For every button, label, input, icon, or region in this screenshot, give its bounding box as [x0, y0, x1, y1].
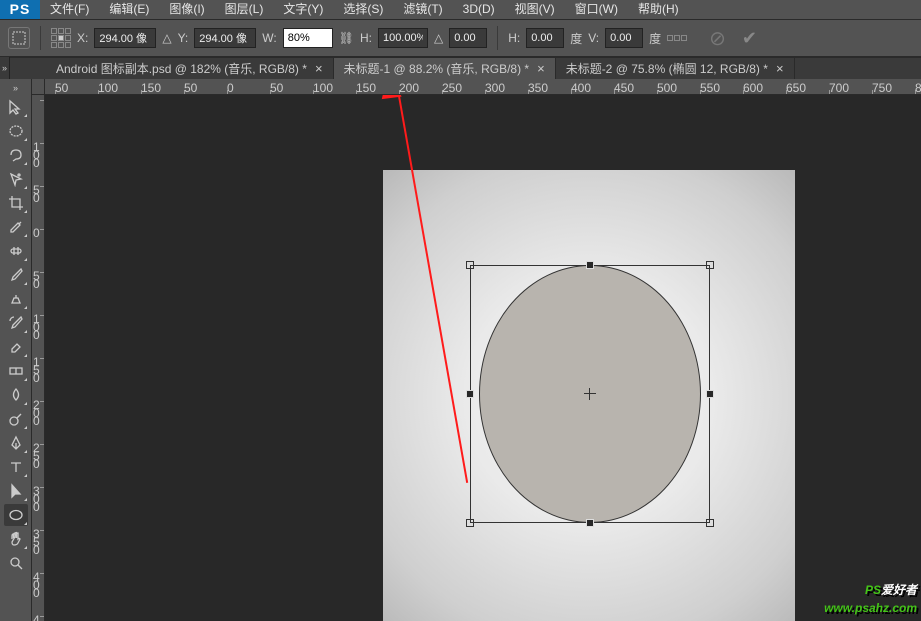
gradient-tool-icon[interactable] [4, 360, 28, 382]
skew-v-input[interactable] [605, 28, 643, 48]
transform-handle-nw[interactable] [466, 261, 474, 269]
quick-select-tool-icon[interactable] [4, 168, 28, 190]
transform-handle-ne[interactable] [706, 261, 714, 269]
transform-handle-s[interactable] [586, 519, 594, 527]
x-input[interactable] [94, 28, 156, 48]
transform-reference-point-icon[interactable] [584, 388, 596, 400]
transform-handle-se[interactable] [706, 519, 714, 527]
h-input[interactable] [378, 28, 428, 48]
angle-icon: △ [434, 31, 443, 45]
deg-label: 度 [570, 30, 582, 47]
menu-edit[interactable]: 编辑(E) [99, 0, 159, 19]
app-logo: PS [0, 0, 40, 19]
deg-label-2: 度 [649, 30, 661, 47]
menu-view[interactable]: 视图(V) [505, 0, 565, 19]
x-label: X: [77, 31, 88, 45]
menu-select[interactable]: 选择(S) [333, 0, 393, 19]
menu-filter[interactable]: 滤镜(T) [393, 0, 452, 19]
menu-layer[interactable]: 图层(L) [215, 0, 274, 19]
crop-tool-icon[interactable] [4, 192, 28, 214]
clone-stamp-tool-icon[interactable] [4, 288, 28, 310]
document-tabs: Android 图标副本.psd @ 182% (音乐, RGB/8) * × … [0, 57, 921, 79]
annotation-arrow-icon [378, 95, 401, 99]
h-label: H: [360, 31, 372, 45]
transform-handle-sw[interactable] [466, 519, 474, 527]
lasso-tool-icon[interactable] [4, 144, 28, 166]
separator [40, 26, 41, 50]
menu-bar: PS 文件(F) 编辑(E) 图像(I) 图层(L) 文字(Y) 选择(S) 滤… [0, 0, 921, 19]
pen-tool-icon[interactable] [4, 432, 28, 454]
menu-file[interactable]: 文件(F) [40, 0, 99, 19]
reference-point-icon[interactable] [51, 28, 71, 48]
cancel-transform-icon[interactable]: ⊘ [709, 26, 726, 51]
eyedropper-tool-icon[interactable] [4, 216, 28, 238]
zoom-tool-icon[interactable] [4, 552, 28, 574]
transform-handle-w[interactable] [466, 390, 474, 398]
transform-box[interactable] [470, 265, 710, 523]
toolbox-grip-icon[interactable]: » [2, 83, 30, 93]
canvas-area[interactable] [45, 95, 921, 621]
w-label: W: [262, 31, 276, 45]
ruler-vertical[interactable]: 10050050100150200250300350400450500550 [32, 95, 45, 621]
skew-h-input[interactable] [526, 28, 564, 48]
menu-3d[interactable]: 3D(D) [453, 0, 505, 19]
path-selection-tool-icon[interactable] [4, 480, 28, 502]
watermark: PS爱好者 www.psahz.com [824, 569, 917, 615]
blur-tool-icon[interactable] [4, 384, 28, 406]
document-tab-1[interactable]: Android 图标副本.psd @ 182% (音乐, RGB/8) * × [46, 58, 334, 79]
history-brush-tool-icon[interactable] [4, 312, 28, 334]
separator [497, 26, 498, 50]
ruler-origin[interactable] [32, 79, 45, 95]
link-icon[interactable]: ⛓ [339, 31, 354, 45]
w-input[interactable] [283, 28, 333, 48]
document-tab-3[interactable]: 未标题-2 @ 75.8% (椭圆 12, RGB/8) * × [556, 58, 795, 79]
menu-image[interactable]: 图像(I) [159, 0, 214, 19]
type-tool-icon[interactable] [4, 456, 28, 478]
tab-label: Android 图标副本.psd @ 182% (音乐, RGB/8) * [56, 60, 307, 77]
dodge-tool-icon[interactable] [4, 408, 28, 430]
document-tab-2[interactable]: 未标题-1 @ 88.2% (音乐, RGB/8) * × [334, 58, 556, 79]
ruler-horizontal[interactable]: 5010015050050100150200250300350400450500… [45, 79, 921, 95]
angle-input[interactable] [449, 28, 487, 48]
relative-position-icon[interactable]: △ [162, 31, 171, 45]
hand-tool-icon[interactable] [4, 528, 28, 550]
menu-help[interactable]: 帮助(H) [628, 0, 689, 19]
skew-v-label: V: [588, 31, 599, 45]
tab-label: 未标题-1 @ 88.2% (音乐, RGB/8) * [344, 60, 530, 77]
y-input[interactable] [194, 28, 256, 48]
move-tool-icon[interactable] [4, 96, 28, 118]
close-icon[interactable]: × [315, 61, 323, 76]
menu-window[interactable]: 窗口(W) [565, 0, 628, 19]
eraser-tool-icon[interactable] [4, 336, 28, 358]
transform-handle-e[interactable] [706, 390, 714, 398]
y-label: Y: [178, 31, 189, 45]
close-icon[interactable]: × [537, 61, 545, 76]
options-bar: X: △ Y: W: ⛓ H: △ H: 度 V: 度 ⊘ ✔ [0, 19, 921, 57]
toolbox: » [0, 79, 32, 621]
commit-transform-icon[interactable]: ✔ [742, 28, 757, 49]
brush-tool-icon[interactable] [4, 264, 28, 286]
interpolation-icon[interactable] [667, 35, 687, 41]
healing-brush-tool-icon[interactable] [4, 240, 28, 262]
skew-h-label: H: [508, 31, 520, 45]
transform-handle-n[interactable] [586, 261, 594, 269]
expand-tabs-icon[interactable]: » [0, 57, 10, 79]
ellipse-shape-tool-icon[interactable] [4, 504, 28, 526]
transform-tool-icon[interactable] [8, 27, 30, 49]
ellipse-marquee-tool-icon[interactable] [4, 120, 28, 142]
menu-type[interactable]: 文字(Y) [273, 0, 333, 19]
close-icon[interactable]: × [776, 61, 784, 76]
tab-label: 未标题-2 @ 75.8% (椭圆 12, RGB/8) * [566, 60, 768, 77]
